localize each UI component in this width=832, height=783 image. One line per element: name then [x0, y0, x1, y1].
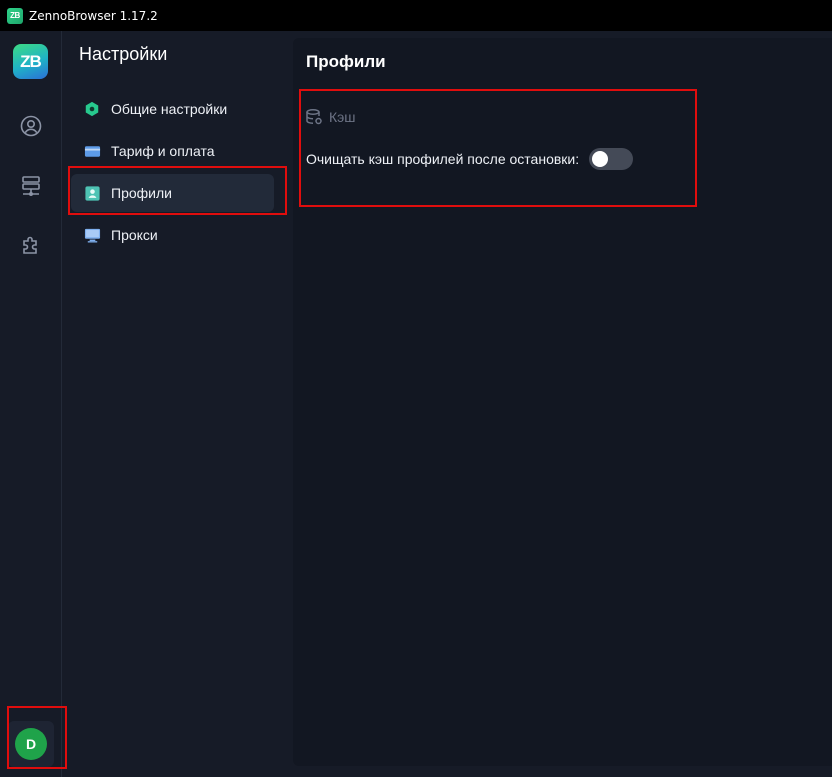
avatar: D — [15, 728, 47, 760]
toggle-knob — [592, 151, 609, 167]
window-titlebar: ZB ZennoBrowser 1.17.2 — [0, 0, 832, 31]
bottom-strip — [0, 777, 832, 783]
window-title: ZennoBrowser 1.17.2 — [29, 8, 158, 23]
main-panel: Профили Кэш Очищать кэш профилей после о… — [293, 38, 832, 766]
nav-item-profiles[interactable]: Профили — [71, 174, 274, 212]
clear-cache-toggle[interactable] — [589, 148, 634, 170]
nav-item-proxy[interactable]: Прокси — [71, 216, 274, 254]
nav-item-label: Прокси — [111, 227, 158, 243]
nav-item-label: Общие настройки — [111, 101, 228, 117]
settings-nav: Настройки Общие настройки Тариф и оплата… — [63, 31, 285, 777]
cache-section-header: Кэш — [305, 108, 356, 126]
app-logo-icon: ZB — [7, 7, 23, 24]
account-button[interactable]: D — [8, 721, 54, 767]
nav-item-label: Тариф и оплата — [111, 143, 215, 159]
database-icon — [306, 109, 322, 125]
zb-logo[interactable]: ZB — [13, 44, 48, 79]
puzzle-icon[interactable] — [18, 232, 44, 258]
nav-item-billing[interactable]: Тариф и оплата — [71, 132, 274, 170]
monitor-icon — [83, 226, 101, 244]
section-title: Кэш — [329, 109, 356, 125]
nav-item-general[interactable]: Общие настройки — [71, 90, 274, 128]
user-circle-icon[interactable] — [18, 113, 44, 139]
profile-card-icon — [83, 184, 101, 202]
hexagon-icon — [83, 100, 101, 118]
network-icon[interactable] — [18, 173, 44, 199]
page-title: Профили — [306, 52, 386, 71]
clear-cache-setting: Очищать кэш профилей после остановки: — [306, 148, 634, 170]
credit-card-icon — [83, 142, 101, 160]
left-rail: ZB D — [0, 31, 62, 777]
setting-label: Очищать кэш профилей после остановки: — [306, 151, 580, 167]
nav-title: Настройки — [79, 44, 168, 64]
nav-item-label: Профили — [111, 185, 172, 201]
